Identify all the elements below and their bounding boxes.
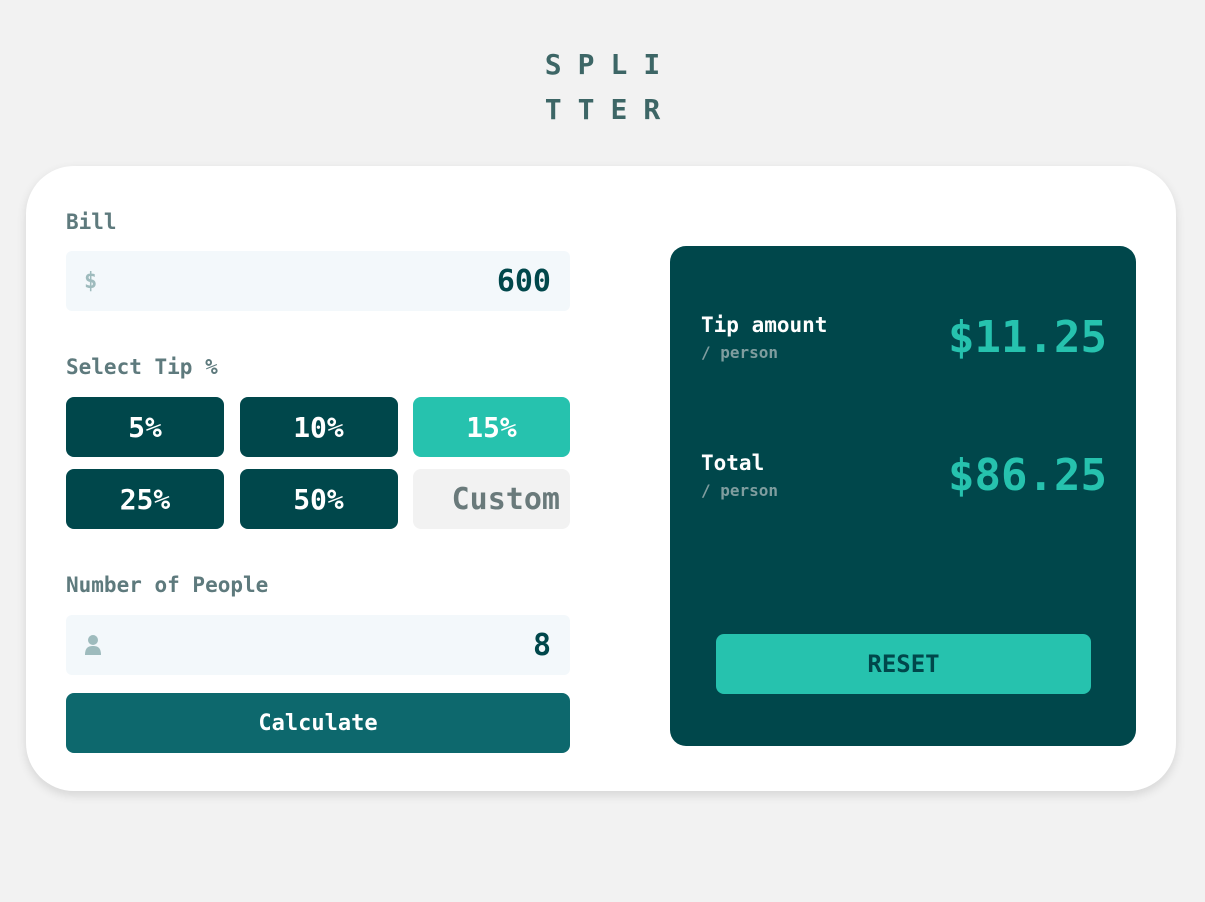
- people-label: Number of People: [66, 573, 269, 597]
- bill-input[interactable]: $ 600: [66, 251, 570, 311]
- tip-amount-row: Tip amount / person $11.25: [701, 312, 1107, 363]
- logo-line-2: TTER: [544, 93, 677, 126]
- tip-button-10[interactable]: 10%: [239, 397, 398, 457]
- total-title: Total: [701, 451, 765, 475]
- tip-amount-value: $11.25: [948, 312, 1107, 363]
- tip-amount-subtitle: / person: [701, 343, 779, 362]
- tip-button-15[interactable]: 15%: [413, 397, 570, 457]
- calculator-card: Bill $ 600 Select Tip % 5% 10% 15% 25% 5…: [26, 166, 1176, 791]
- bill-value: 600: [496, 263, 551, 299]
- people-value: 8: [532, 627, 551, 663]
- calculate-button[interactable]: Calculate: [66, 693, 570, 753]
- total-subtitle: / person: [701, 481, 779, 500]
- custom-tip-input[interactable]: Custom: [413, 469, 570, 529]
- results-panel: Tip amount / person $11.25 Total / perso…: [670, 246, 1136, 746]
- tip-button-5[interactable]: 5%: [66, 397, 224, 457]
- reset-button[interactable]: RESET: [716, 634, 1091, 694]
- total-value: $86.25: [948, 450, 1107, 501]
- select-tip-label: Select Tip %: [66, 355, 218, 379]
- logo-line-1: SPLI: [544, 48, 677, 81]
- people-input[interactable]: 8: [66, 615, 570, 675]
- person-icon: [84, 634, 102, 656]
- dollar-icon: $: [84, 268, 98, 294]
- total-row: Total / person $86.25: [701, 450, 1107, 501]
- tip-button-50[interactable]: 50%: [239, 469, 398, 529]
- app-logo: SPLI TTER: [0, 42, 1205, 132]
- bill-label: Bill: [66, 210, 117, 234]
- tip-button-25[interactable]: 25%: [66, 469, 224, 529]
- tip-amount-title: Tip amount: [701, 313, 828, 337]
- tip-options: 5% 10% 15% 25% 50% Custom: [66, 397, 570, 529]
